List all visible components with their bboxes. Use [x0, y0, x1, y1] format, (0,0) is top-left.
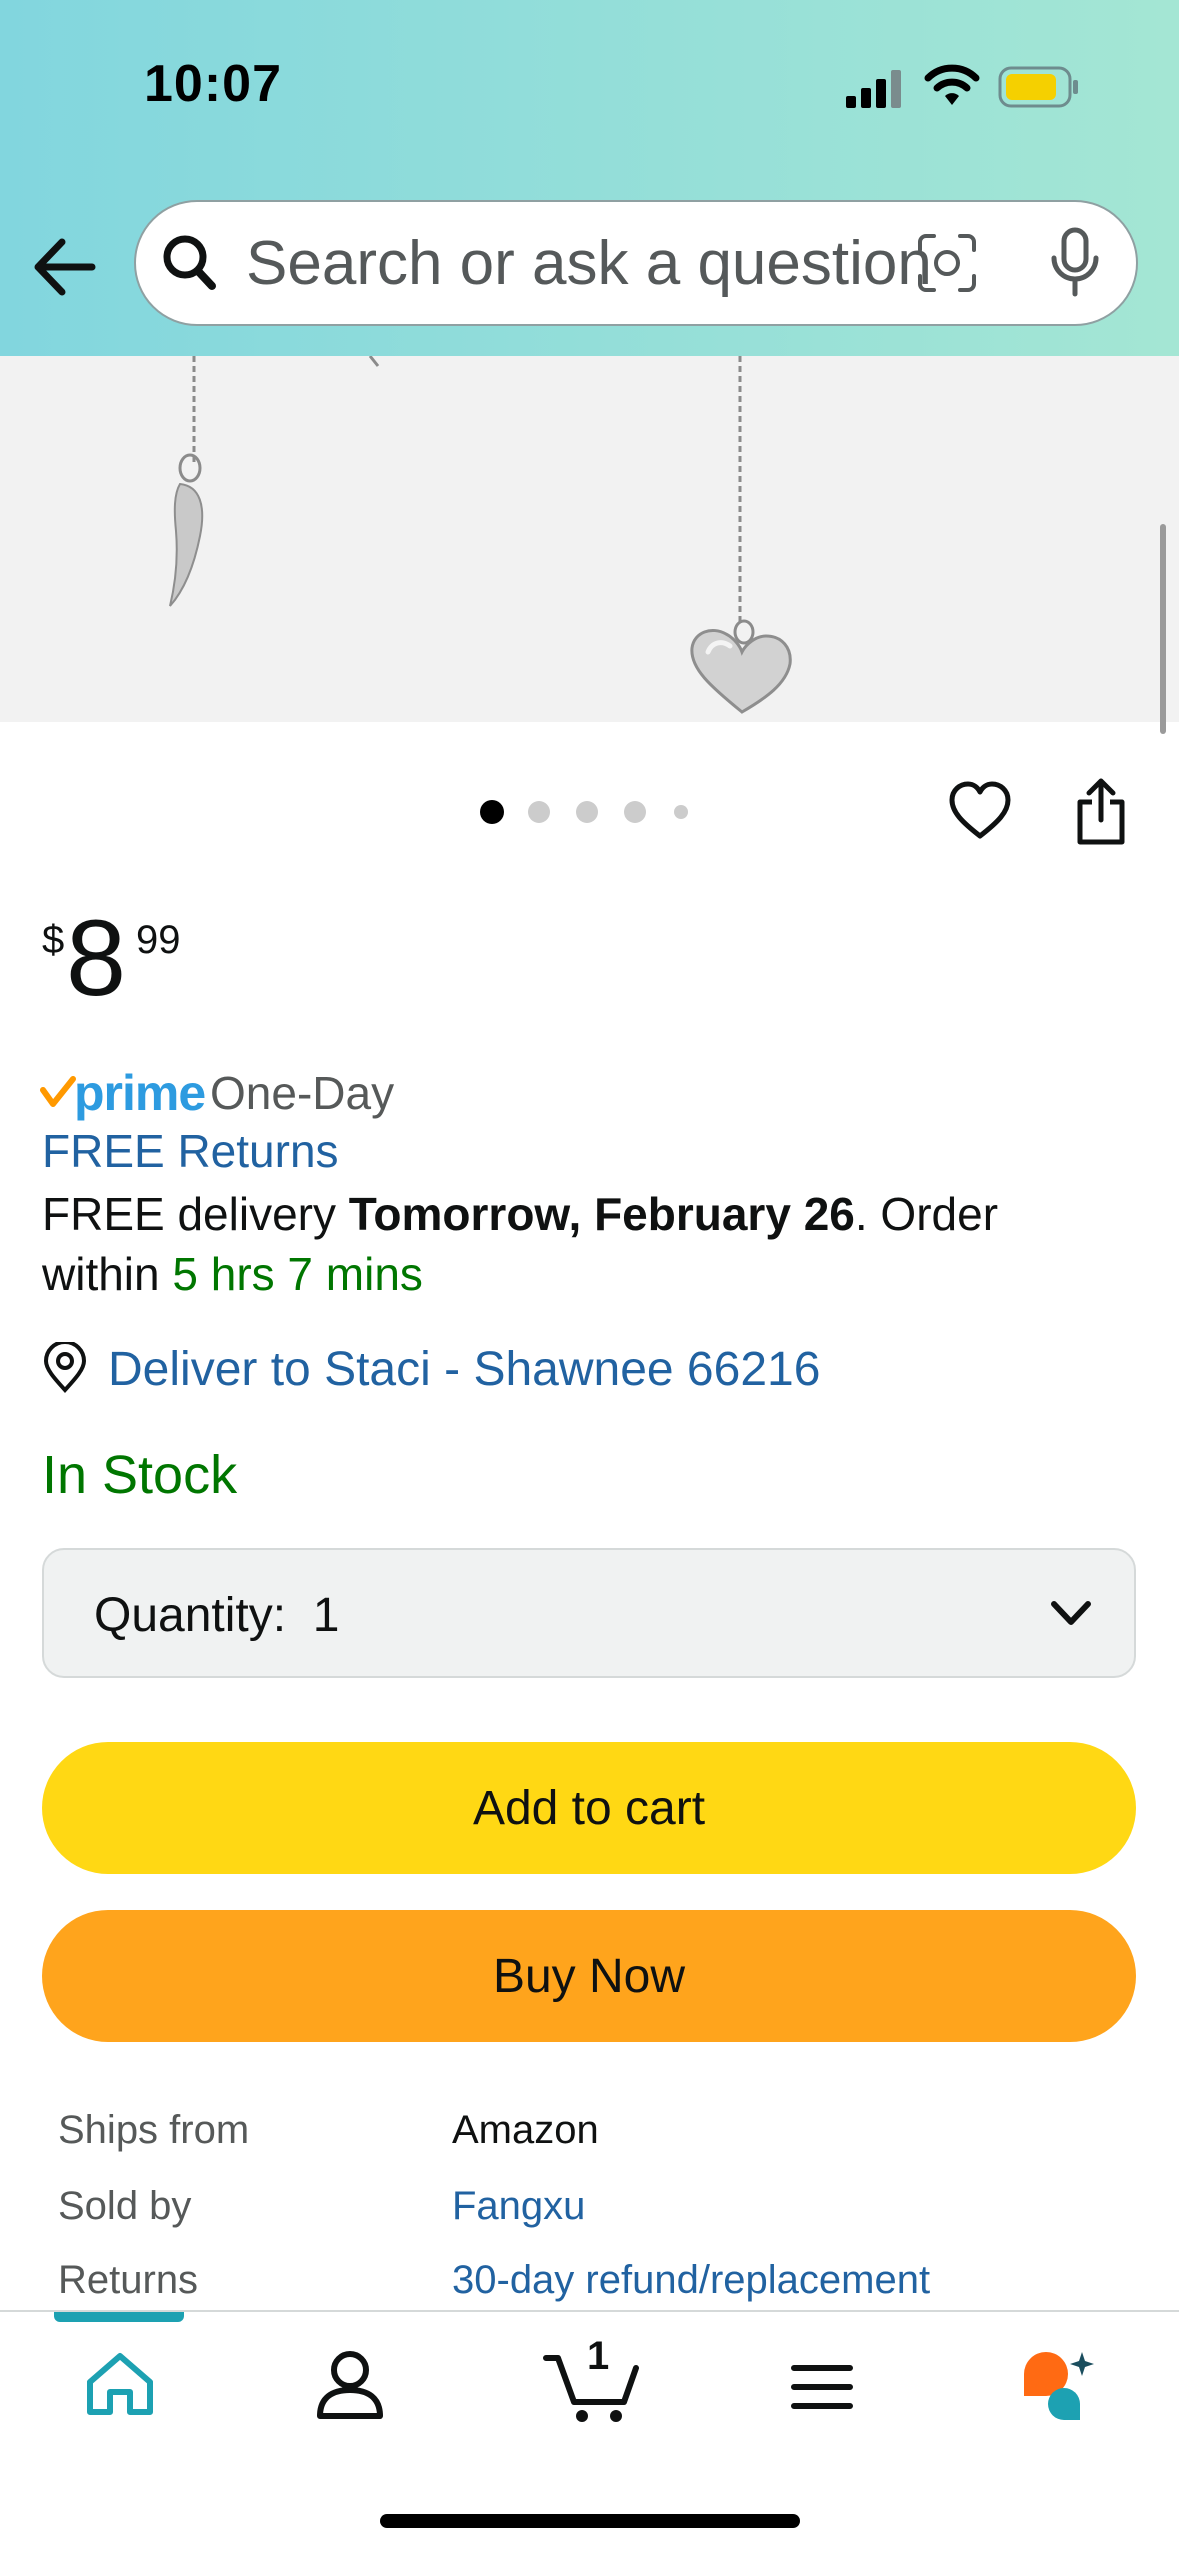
- delivery-message: FREE delivery Tomorrow, February 26. Ord…: [42, 1184, 1042, 1304]
- home-icon[interactable]: [80, 2350, 160, 2420]
- scroll-indicator: [1160, 524, 1166, 734]
- back-arrow-icon[interactable]: [28, 232, 108, 302]
- sold-by-link[interactable]: Fangxu: [452, 2184, 585, 2229]
- camera-search-icon[interactable]: [916, 232, 978, 294]
- account-icon[interactable]: [312, 2346, 388, 2422]
- returns-label: Returns: [58, 2258, 199, 2302]
- sold-by-label: Sold by: [58, 2184, 192, 2228]
- price-whole: 8: [66, 897, 127, 1018]
- deliver-to-link[interactable]: Deliver to Staci - Shawnee 66216: [108, 1342, 820, 1397]
- microphone-icon[interactable]: [1048, 226, 1102, 298]
- ships-from-value: Amazon: [452, 2108, 599, 2152]
- share-icon[interactable]: [1074, 776, 1128, 846]
- pagination-dot[interactable]: [576, 801, 598, 823]
- add-to-cart-button[interactable]: Add to cart: [42, 1742, 1136, 1874]
- image-pagination-dots[interactable]: [480, 800, 700, 830]
- buy-now-button[interactable]: Buy Now: [42, 1910, 1136, 2042]
- quantity-value: 1: [312, 1589, 340, 1642]
- home-indicator: [380, 2514, 800, 2528]
- ships-from-label: Ships from: [58, 2108, 250, 2152]
- delivery-date: Tomorrow, February 26: [348, 1188, 855, 1240]
- free-returns-link[interactable]: FREE Returns: [42, 1124, 339, 1178]
- prime-speed: One-Day: [210, 1067, 395, 1119]
- product-image[interactable]: [0, 356, 1179, 722]
- search-icon: [163, 235, 216, 290]
- status-time: 10:07: [144, 55, 282, 113]
- heart-wishlist-icon[interactable]: [948, 780, 1012, 840]
- price-currency: $: [42, 918, 65, 962]
- returns-policy-link[interactable]: 30-day refund/replacement: [452, 2258, 930, 2303]
- prime-logo: prime: [74, 1065, 206, 1121]
- location-pin-icon: [43, 1342, 87, 1393]
- rufus-assistant-icon[interactable]: [1020, 2348, 1096, 2424]
- quantity-label: Quantity: 1: [94, 1588, 339, 1643]
- nav-active-indicator: [54, 2312, 184, 2322]
- pagination-dot[interactable]: [624, 801, 646, 823]
- wifi-icon: [924, 64, 980, 105]
- prime-check-icon: [40, 1076, 76, 1107]
- pagination-dot[interactable]: [674, 805, 688, 819]
- battery-icon: [998, 66, 1078, 108]
- pagination-dot[interactable]: [528, 801, 550, 823]
- search-placeholder: Search or ask a question: [246, 229, 932, 298]
- delivery-countdown: 5 hrs 7 mins: [172, 1248, 423, 1300]
- price-fraction: 99: [136, 918, 181, 962]
- cellular-signal-icon: [846, 70, 901, 108]
- delivery-prefix: FREE delivery: [42, 1188, 349, 1240]
- quantity-label-text: Quantity:: [94, 1589, 287, 1642]
- cart-count-badge: 1: [587, 2334, 610, 2378]
- stock-status: In Stock: [42, 1445, 238, 1505]
- pagination-dot-active[interactable]: [480, 800, 504, 824]
- menu-icon[interactable]: [790, 2362, 854, 2412]
- chevron-down-icon: [1051, 1601, 1091, 1625]
